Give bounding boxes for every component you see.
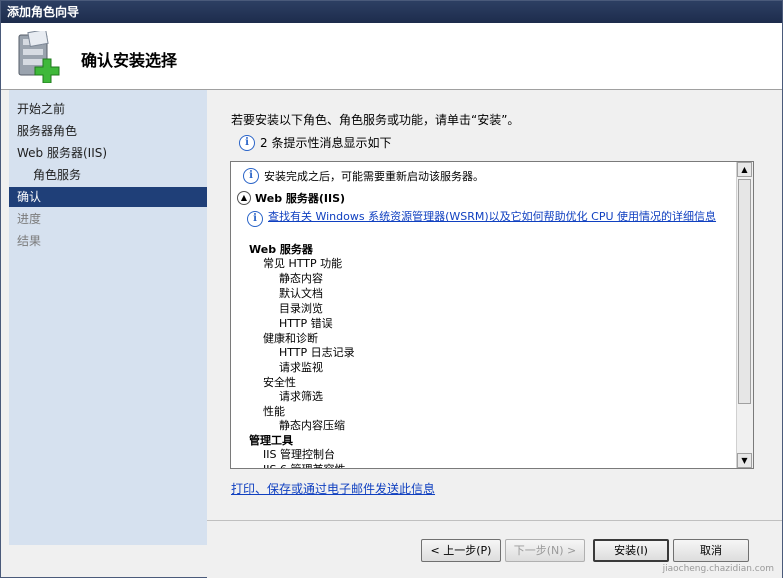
wsrm-info: i 查找有关 Windows 系统资源管理器(WSRM)以及它如何帮助优化 CP… (247, 211, 738, 227)
tree-item: HTTP 日志记录 (279, 346, 355, 359)
previous-button[interactable]: < 上一步(P) (421, 539, 501, 562)
scroll-down-arrow[interactable]: ▼ (737, 453, 752, 468)
message-summary: i 2 条提示性消息显示如下 (239, 134, 391, 151)
tree-item: 常见 HTTP 功能 (263, 257, 343, 270)
page-title: 确认安装选择 (81, 51, 178, 70)
server-add-icon (15, 28, 65, 84)
scroll-up-arrow[interactable]: ▲ (737, 162, 752, 177)
scrollbar-thumb[interactable] (738, 179, 751, 404)
tree-item: 静态内容压缩 (279, 419, 345, 432)
tree-item: 静态内容 (279, 272, 323, 285)
wizard-window: 添加角色向导 确认安装选择 开始之前 服务器角色 Web 服务器(IIS) 角色… (0, 0, 783, 578)
step-server-roles[interactable]: 服务器角色 (9, 121, 207, 141)
title-bar: 添加角色向导 (1, 1, 782, 23)
tree-item: IIS 6 管理兼容性 (263, 461, 345, 468)
cancel-button[interactable]: 取消 (673, 539, 749, 562)
intro-text: 若要安装以下角色、角色服务或功能，请单击“安装”。 (231, 113, 520, 127)
wizard-step-list: 开始之前 服务器角色 Web 服务器(IIS) 角色服务 确认 进度 结果 (9, 90, 208, 545)
next-button: 下一步(N) > (505, 539, 585, 562)
button-bar: < 上一步(P) 下一步(N) > 安装(I) 取消 jiaocheng.cha… (207, 520, 782, 578)
tree-item: IIS 管理控制台 (263, 448, 335, 461)
main-panel: 若要安装以下角色、角色服务或功能，请单击“安装”。 i 2 条提示性消息显示如下… (207, 90, 782, 520)
selection-details-content: i 安装完成之后，可能需要重新启动该服务器。 ▲ Web 服务器(IIS) i … (231, 162, 737, 468)
vertical-scrollbar[interactable]: ▲ ▼ (736, 162, 753, 468)
info-icon: i (247, 211, 263, 227)
collapse-icon[interactable]: ▲ (237, 191, 251, 205)
tree-item: 请求筛选 (279, 390, 323, 403)
message-summary-text: 2 条提示性消息显示如下 (260, 136, 392, 150)
wizard-header: 确认安装选择 (1, 23, 782, 90)
step-progress: 进度 (17, 212, 42, 226)
step-confirmation[interactable]: 确认 (9, 187, 207, 207)
print-save-email-link[interactable]: 打印、保存或通过电子邮件发送此信息 (231, 480, 435, 497)
watermark: jiaocheng.chazidian.com (662, 564, 774, 574)
step-results: 结果 (17, 234, 42, 248)
info-icon: i (243, 168, 259, 184)
wsrm-info-link[interactable]: 查找有关 Windows 系统资源管理器(WSRM)以及它如何帮助优化 CPU … (268, 211, 738, 223)
tree-item: HTTP 错误 (279, 317, 333, 330)
tree-item: 默认文档 (279, 287, 323, 300)
install-button[interactable]: 安装(I) (593, 539, 669, 562)
section-header[interactable]: ▲ Web 服务器(IIS) (237, 190, 345, 206)
section-title: Web 服务器(IIS) (255, 192, 346, 205)
step-role-services[interactable]: 角色服务 (9, 165, 207, 185)
restart-notice: i 安装完成之后，可能需要重新启动该服务器。 (243, 168, 484, 184)
tree-item: 目录浏览 (279, 302, 323, 315)
step-before-you-begin[interactable]: 开始之前 (9, 99, 207, 119)
selection-details-box[interactable]: i 安装完成之后，可能需要重新启动该服务器。 ▲ Web 服务器(IIS) i … (230, 161, 754, 469)
tree-item: 请求监视 (279, 361, 323, 374)
restart-notice-text: 安装完成之后，可能需要重新启动该服务器。 (264, 170, 484, 183)
step-web-server-iis[interactable]: Web 服务器(IIS) (9, 143, 207, 163)
info-icon: i (239, 134, 255, 151)
